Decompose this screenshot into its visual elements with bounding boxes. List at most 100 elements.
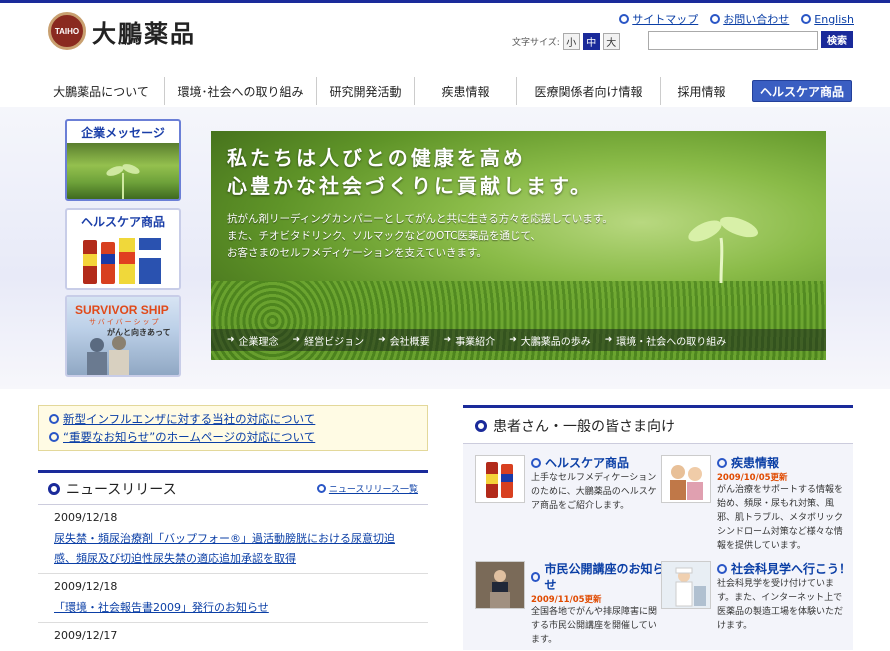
- hero-link-history[interactable]: ➜ 大鵬薬品の歩み: [509, 333, 591, 348]
- section-bullet-icon: [475, 419, 487, 432]
- hero-headline: 私たちは人びとの健康を高め 心豊かな社会づくりに貢献します。: [227, 144, 593, 200]
- news-list-link[interactable]: ニュースリリース一覧: [316, 482, 418, 495]
- patients-item-healthcare[interactable]: ヘルスケア商品 上手なセルフメディケーションのために、大鵬薬品のヘルスケア商品を…: [475, 455, 665, 513]
- patients-panel: 患者さん・一般の皆さま向け ヘルスケア商品 上手なセルフメディケーションのために…: [463, 405, 853, 650]
- nav-healthcare[interactable]: ヘルスケア商品: [752, 80, 852, 102]
- healthcare-products-image: [67, 232, 179, 288]
- sprout-icon: [688, 216, 758, 283]
- hero-link-label: 経営ビジョン: [304, 336, 365, 348]
- side-card-title: 企業メッセージ: [81, 125, 165, 140]
- search-input[interactable]: [648, 31, 818, 50]
- factory-worker-icon: [662, 562, 710, 608]
- patients-item-title[interactable]: 社会科見学へ行こう！: [717, 561, 851, 577]
- contact-link[interactable]: お問い合わせ: [710, 11, 789, 27]
- notice-item[interactable]: 新型インフルエンザに対する当社の対応について: [49, 410, 417, 428]
- circle-arrow-icon: [531, 458, 541, 468]
- patients-item-factory-tour[interactable]: 社会科見学へ行こう！ 社会科見学を受け付けています。また、インターネット上で医薬…: [661, 561, 851, 633]
- notice-item[interactable]: “重要なお知らせ”のホームページの対応について: [49, 428, 417, 446]
- patients-item-public-lecture[interactable]: 市民公開講座のお知らせ 2009/11/05更新 全国各地でがんや排尿障害に関す…: [475, 561, 665, 647]
- patients-item-disease[interactable]: 疾患情報 2009/10/05更新 がん治療をサポートする情報を始め、頻尿・尿も…: [661, 455, 851, 553]
- patients-title: 患者さん・一般の皆さま向け: [493, 418, 675, 435]
- nav-about[interactable]: 大鵬薬品について: [38, 77, 164, 105]
- circle-arrow-icon: [717, 564, 727, 574]
- factory-tour-image: [661, 561, 711, 609]
- news-date: 2009/12/18: [54, 511, 118, 524]
- font-size-large-button[interactable]: 大: [602, 33, 620, 50]
- arrow-right-icon: ➜: [604, 335, 613, 345]
- news-list-link-label: ニュースリリース一覧: [328, 485, 418, 495]
- section-bullet-icon: [48, 482, 60, 495]
- lecturer-icon: [476, 562, 524, 608]
- hero-link-overview[interactable]: ➜ 会社概要: [378, 333, 430, 348]
- hero-link-label: 会社概要: [389, 336, 430, 348]
- patients-item-title[interactable]: 市民公開講座のお知らせ: [531, 561, 665, 593]
- hero-link-bar: ➜ 企業理念 ➜ 経営ビジョン ➜ 会社概要 ➜ 事業紹介 ➜ 大鵬薬品の歩み ➜ 環境・社…: [211, 329, 826, 351]
- news-title: ニュースリリース: [48, 479, 177, 499]
- nav-medical[interactable]: 医療関係者向け情報: [516, 77, 660, 105]
- hero-link-label: 大鵬薬品の歩み: [520, 336, 591, 348]
- patients-item-title-text: 疾患情報: [731, 456, 780, 470]
- utility-links: サイトマップ お問い合わせ English: [619, 11, 854, 27]
- arrow-right-icon: ➜: [443, 335, 452, 345]
- news-item: 2009/12/17: [38, 623, 428, 651]
- english-link-label: English: [814, 12, 854, 26]
- side-card-corporate-message[interactable]: 企業メッセージ: [65, 119, 181, 201]
- arrow-right-icon: ➜: [227, 335, 235, 345]
- circle-arrow-icon: [316, 484, 326, 493]
- news-title-link[interactable]: 「環境・社会報告書2009」発行のお知らせ: [54, 601, 269, 614]
- nav-disease[interactable]: 疾患情報: [414, 77, 516, 105]
- hero-link-environment[interactable]: ➜ 環境・社会への取り組み: [605, 333, 727, 348]
- sprout-image: [67, 143, 179, 199]
- site-logo[interactable]: TAIHO 大鵬薬品: [48, 12, 196, 50]
- hero-headline-line-1: 私たちは人びとの健康を高め: [227, 146, 526, 170]
- survivorship-image: SURVIVOR SHIP サバイバーシップ がんと向きあって: [67, 297, 179, 375]
- english-link[interactable]: English: [801, 11, 854, 27]
- lecture-image: [475, 561, 525, 609]
- patients-item-title[interactable]: ヘルスケア商品: [531, 455, 665, 471]
- font-size-label: 文字サイズ:: [512, 38, 560, 48]
- news-date: 2009/12/17: [54, 629, 118, 642]
- sitemap-link[interactable]: サイトマップ: [619, 11, 698, 27]
- side-card-survivorship[interactable]: SURVIVOR SHIP サバイバーシップ がんと向きあって: [65, 295, 181, 377]
- hero-link-label: 企業理念: [238, 336, 279, 348]
- hero-banner[interactable]: 私たちは人びとの健康を高め 心豊かな社会づくりに貢献します。 抗がん剤リーディング…: [211, 131, 826, 360]
- notice-link[interactable]: “重要なお知らせ”のホームページの対応について: [63, 428, 315, 446]
- side-card-healthcare[interactable]: ヘルスケア商品: [65, 208, 181, 290]
- search-button[interactable]: 検索: [821, 31, 853, 48]
- patients-item-date: 2009/10/05更新: [717, 473, 788, 483]
- global-nav: 大鵬薬品について 環境･社会への取り組み 研究開発活動 疾患情報 医療関係者向け…: [38, 77, 853, 105]
- arrow-right-icon: ➜: [378, 335, 386, 345]
- patients-item-desc: 全国各地でがんや排尿障害に関する市民公開講座を開催しています。: [531, 607, 658, 645]
- news-title-link[interactable]: 尿失禁・頻尿治療剤「バップフォー®」過活動膀胱における尿意切迫感、頻尿及び切迫性…: [54, 532, 395, 565]
- circle-arrow-icon: [49, 414, 59, 424]
- patients-item-desc: がん治療をサポートする情報を始め、頻尿・尿もれ対策、風邪、肌トラブル、メタボリッ…: [717, 485, 844, 551]
- news-item: 2009/12/18 「環境・社会報告書2009」発行のお知らせ: [38, 574, 428, 623]
- hero-link-philosophy[interactable]: ➜ 企業理念: [227, 333, 279, 348]
- hero-body-line-3: お客さまのセルフメディケーションを支えていきます。: [227, 247, 487, 259]
- product-bottles-icon: [83, 238, 161, 284]
- hero-body-line-1: 抗がん剤リーディングカンパニーとしてがんと共に生きる方々を応援しています。: [227, 213, 613, 225]
- nav-recruit[interactable]: 採用情報: [660, 77, 742, 105]
- circle-arrow-icon: [801, 14, 812, 24]
- hero-body-line-2: また、チオビタドリンク、ソルマックなどのOTC医薬品を通じて、: [227, 230, 541, 242]
- nav-research[interactable]: 研究開発活動: [316, 77, 414, 105]
- contact-link-label: お問い合わせ: [723, 13, 790, 26]
- patients-item-title-text: ヘルスケア商品: [545, 456, 630, 470]
- patients-item-desc: 社会科見学を受け付けています。また、インターネット上で医薬品の製造工場を体験いた…: [717, 579, 844, 631]
- side-card-title: ヘルスケア商品: [80, 214, 165, 229]
- font-size-medium-button[interactable]: 中: [582, 33, 600, 50]
- font-size-small-button[interactable]: 小: [562, 33, 580, 50]
- notice-link[interactable]: 新型インフルエンザに対する当社の対応について: [63, 410, 315, 428]
- hero-link-business[interactable]: ➜ 事業紹介: [444, 333, 496, 348]
- circle-arrow-icon: [49, 432, 59, 442]
- hero-link-vision[interactable]: ➜ 経営ビジョン: [293, 333, 365, 348]
- nav-environment[interactable]: 環境･社会への取り組み: [164, 77, 316, 105]
- hero-link-label: 環境・社会への取り組み: [616, 336, 727, 348]
- news-item: 2009/12/18 尿失禁・頻尿治療剤「バップフォー®」過活動膀胱における尿意…: [38, 505, 428, 574]
- font-size-switcher: 文字サイズ: 小 中 大: [512, 33, 620, 50]
- patients-item-title[interactable]: 疾患情報: [717, 455, 851, 471]
- patients-item-desc: 上手なセルフメディケーションのために、大鵬薬品のヘルスケア商品をご紹介します。: [531, 473, 657, 511]
- top-accent-line: [0, 0, 890, 3]
- logo-mark-text: TAIHO: [54, 26, 80, 36]
- circle-arrow-icon: [717, 458, 727, 468]
